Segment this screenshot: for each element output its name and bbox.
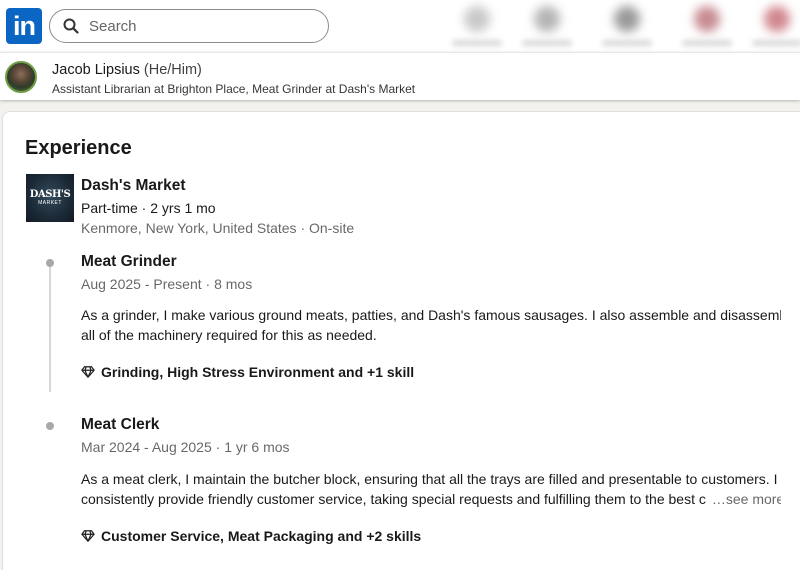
position-description: As a meat clerk, I maintain the butcher … (81, 469, 781, 509)
description-line-truncated: consistently provide friendly customer s… (81, 491, 706, 507)
diamond-icon (81, 530, 95, 542)
diamond-icon (81, 366, 95, 378)
description-line: As a meat clerk, I maintain the butcher … (81, 471, 778, 487)
skills-link[interactable]: Customer Service, Meat Packaging and +2 … (81, 528, 421, 544)
nav-item-messaging[interactable] (672, 0, 742, 52)
employment-meta: Part-time · 2 yrs 1 mo (81, 200, 216, 216)
company-logo[interactable]: DASH'S MARKET (26, 174, 74, 222)
position-dates: Aug 2025 - Present · 8 mos (81, 276, 253, 292)
search-input[interactable] (89, 17, 289, 35)
global-nav: in (0, 0, 800, 52)
position-dates: Mar 2024 - Aug 2025 · 1 yr 6 mos (81, 439, 290, 455)
see-more-button[interactable]: …see more (712, 491, 781, 507)
nav-item-network[interactable] (512, 0, 582, 52)
skills-text: Customer Service, Meat Packaging and +2 … (101, 528, 422, 544)
company-name[interactable]: Dash's Market (81, 177, 185, 195)
linkedin-logo[interactable]: in (6, 8, 42, 44)
profile-headline: Assistant Librarian at Brighton Place, M… (52, 82, 416, 96)
nav-item-home[interactable] (442, 0, 512, 52)
search-bar[interactable] (49, 9, 329, 43)
timeline-line (49, 267, 51, 392)
skills-text: Grinding, High Stress Environment and +1… (101, 364, 415, 380)
avatar[interactable] (5, 61, 37, 93)
position-description: As a grinder, I make various ground meat… (81, 305, 781, 345)
description-line: As a grinder, I make various ground meat… (81, 307, 781, 323)
position-title[interactable]: Meat Clerk (81, 416, 159, 434)
experience-section: Experience DASH'S MARKET Dash's Market P… (2, 111, 800, 570)
section-title: Experience (25, 137, 132, 159)
company-logo-subtext: MARKET (38, 200, 62, 206)
description-line: all of the machinery required for this a… (81, 327, 377, 343)
skills-link[interactable]: Grinding, High Stress Environment and +1… (81, 364, 414, 380)
sticky-profile-header: Jacob Lipsius (He/Him) Assistant Librari… (0, 52, 800, 100)
description-line: consistently provide friendly customer s… (81, 489, 781, 509)
company-logo-text: DASH'S (29, 189, 71, 200)
search-icon (63, 18, 79, 34)
profile-name-line: Jacob Lipsius (He/Him) (52, 62, 202, 78)
profile-pronouns: (He/Him) (143, 62, 202, 78)
nav-item-notifications[interactable] (742, 0, 800, 52)
timeline-dot (46, 259, 54, 267)
position-title[interactable]: Meat Grinder (81, 253, 177, 271)
nav-item-jobs[interactable] (592, 0, 662, 52)
timeline-dot (46, 422, 54, 430)
company-location: Kenmore, New York, United States · On-si… (81, 220, 355, 236)
profile-name: Jacob Lipsius (52, 62, 140, 78)
